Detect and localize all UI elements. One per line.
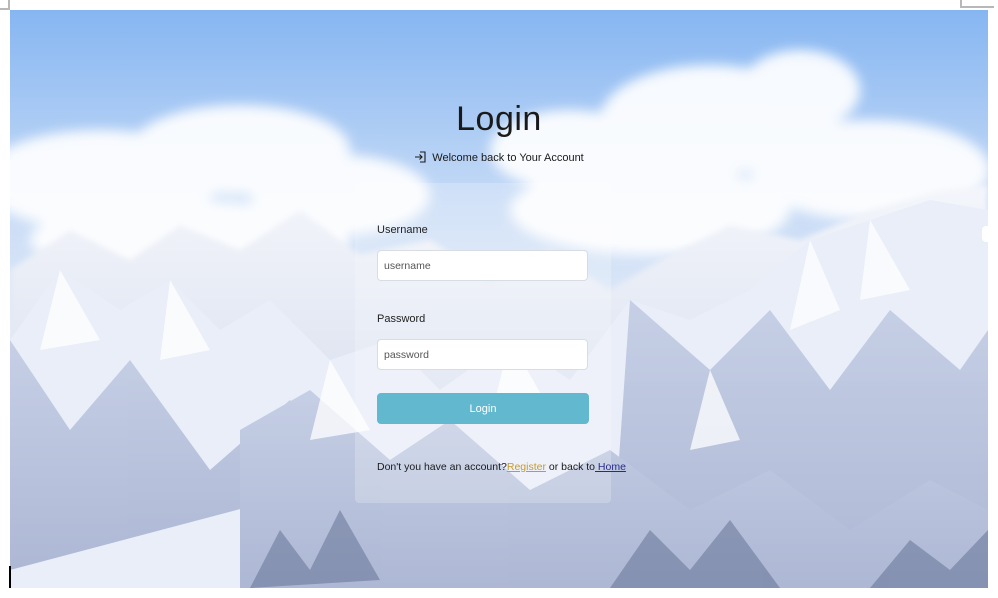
login-footer: Don't you have an account?Register or ba…	[377, 461, 626, 473]
page-title: Login	[456, 100, 542, 138]
username-label: Username	[377, 224, 428, 236]
window-corner-top-right	[960, 0, 994, 8]
home-link[interactable]: Home	[595, 461, 626, 473]
username-input[interactable]	[377, 250, 588, 281]
scroll-handle[interactable]	[982, 226, 988, 242]
password-label: Password	[377, 313, 426, 325]
login-icon	[414, 151, 426, 166]
password-input[interactable]	[377, 339, 588, 370]
subtitle-text: Welcome back to Your Account	[432, 152, 584, 164]
page-subtitle: Welcome back to Your Account	[0, 151, 998, 166]
text-cursor	[9, 566, 11, 588]
footer-prompt: Don't you have an account?	[377, 461, 507, 473]
window-corner-top-left	[0, 0, 10, 10]
register-link[interactable]: Register	[507, 461, 546, 473]
footer-middle: or back to	[545, 461, 595, 473]
login-button[interactable]: Login	[377, 393, 589, 424]
